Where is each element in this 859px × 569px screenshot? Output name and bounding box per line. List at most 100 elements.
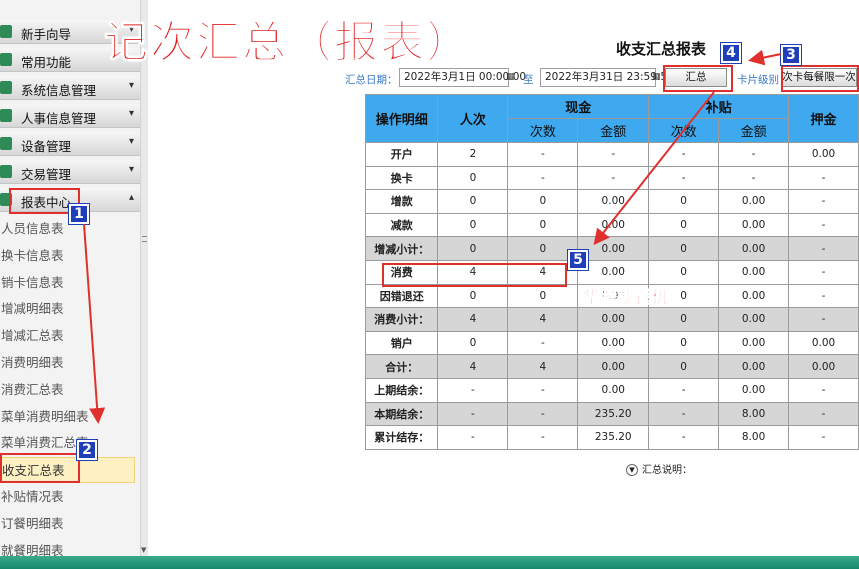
guide-icon bbox=[0, 25, 12, 38]
table-cell: 0 bbox=[648, 259, 720, 285]
table-cell: - bbox=[507, 330, 579, 356]
chevron-down-icon[interactable]: ▾ bbox=[129, 164, 134, 175]
table-cell: - bbox=[507, 401, 579, 427]
table-cell: - bbox=[788, 307, 859, 332]
table-cell: - bbox=[788, 401, 859, 427]
table-cell: 0.00 bbox=[577, 189, 650, 214]
header-subsidy: 补贴 bbox=[648, 94, 790, 119]
table-row: 消费小计： 4 4 0.00 0 0.00- bbox=[364, 307, 859, 332]
table-row: 增减小计： 0 0 0.00 0 0.00- bbox=[364, 236, 859, 261]
sidebar-group-3[interactable]: 系统信息管理 ▾ bbox=[0, 76, 140, 100]
sidebar-group-6[interactable]: 交易管理 ▾ bbox=[0, 160, 140, 184]
sidebar-group-4[interactable]: 人事信息管理 ▾ bbox=[0, 104, 140, 128]
start-calendar-icon[interactable]: ▦ bbox=[506, 68, 516, 87]
table-cell: 0 bbox=[437, 236, 509, 261]
table-cell: 0.00 bbox=[577, 354, 650, 379]
chevron-down-icon[interactable]: ▾ bbox=[129, 108, 134, 119]
table-row: 合计： 4 4 0.00 0 0.00 0.00 bbox=[364, 354, 859, 379]
sidebar-scrollbar[interactable]: ▼ bbox=[140, 0, 148, 556]
scroll-down-icon[interactable]: ▼ bbox=[141, 546, 146, 554]
table-row: 换卡 0- - - - - bbox=[364, 165, 859, 191]
sidebar-report-item[interactable]: 补贴情况表 bbox=[0, 484, 140, 510]
page-title: 收支汇总报表 bbox=[616, 40, 707, 58]
summary-note-toggle[interactable]: ▼ 汇总说明： bbox=[626, 461, 692, 476]
trade-icon bbox=[0, 165, 12, 178]
table-cell: - bbox=[648, 142, 720, 167]
table-cell: - bbox=[648, 401, 720, 427]
row-label: 增减小计： bbox=[364, 236, 439, 261]
table-cell: - bbox=[788, 425, 859, 450]
start-date-input[interactable]: 2022年3月1日 00:00:00 bbox=[399, 68, 526, 87]
summary-note-label: 汇总说明： bbox=[642, 465, 692, 476]
sidebar-group-label: 交易管理 bbox=[21, 167, 72, 182]
table-cell: 0.00 bbox=[718, 189, 790, 214]
sidebar-group-5[interactable]: 设备管理 ▾ bbox=[0, 132, 140, 156]
table-cell: 0.00 bbox=[718, 307, 790, 332]
highlight-summarize-button bbox=[663, 65, 733, 92]
table-cell: - bbox=[648, 425, 720, 450]
table-cell: 0.00 bbox=[718, 236, 790, 261]
table-cell: 4 bbox=[507, 354, 579, 379]
table-cell: - bbox=[577, 142, 650, 167]
sidebar-report-item[interactable]: 订餐明细表 bbox=[0, 511, 140, 537]
table-cell: 0.00 bbox=[718, 283, 790, 309]
chevron-down-icon[interactable]: ▼ bbox=[626, 464, 638, 476]
step-badge-2: 2 bbox=[76, 439, 98, 461]
table-cell: 0 bbox=[437, 165, 509, 191]
star-icon bbox=[0, 53, 12, 66]
highlight-card-level bbox=[781, 65, 859, 92]
chevron-down-icon[interactable]: ▾ bbox=[129, 80, 134, 91]
sidebar-report-item[interactable]: 菜单消费明细表 bbox=[0, 404, 140, 430]
table-cell: 0 bbox=[648, 330, 720, 356]
end-date-input[interactable]: 2022年3月31日 23:59:59 bbox=[540, 68, 674, 87]
sidebar-group-label: 常用功能 bbox=[21, 55, 72, 70]
table-cell: 2 bbox=[437, 142, 509, 167]
table-row: 减款 0 0 0.00 0 0.00- bbox=[364, 212, 859, 238]
table-cell: 0.00 bbox=[718, 330, 790, 356]
table-cell: 4 bbox=[507, 307, 579, 332]
sidebar-report-item[interactable]: 消费明细表 bbox=[0, 350, 140, 376]
table-cell: 0 bbox=[648, 354, 720, 379]
row-label: 因错退还 bbox=[364, 283, 439, 309]
table-cell: 4 bbox=[437, 307, 509, 332]
status-bar bbox=[0, 556, 859, 569]
step-badge-1: 1 bbox=[68, 203, 90, 225]
sidebar-report-item[interactable]: 增减明细表 bbox=[0, 296, 140, 322]
table-cell: - bbox=[437, 377, 509, 403]
end-calendar-icon[interactable]: ▦ bbox=[652, 68, 662, 87]
step-badge-3: 3 bbox=[780, 44, 802, 66]
table-cell: - bbox=[718, 142, 790, 167]
sidebar-group-label: 新手向导 bbox=[21, 27, 72, 42]
step-badge-4: 4 bbox=[720, 42, 742, 64]
sidebar-report-item[interactable]: 销卡信息表 bbox=[0, 270, 140, 296]
scrollbar-grip[interactable] bbox=[142, 236, 147, 242]
sidebar-report-item[interactable]: 就餐明细表 bbox=[0, 538, 140, 556]
table-cell: 0.00 bbox=[788, 142, 859, 167]
table-cell: - bbox=[577, 165, 650, 191]
table-cell: - bbox=[507, 377, 579, 403]
sidebar-report-item[interactable]: 消费汇总表 bbox=[0, 377, 140, 403]
table-cell: 0 bbox=[648, 189, 720, 214]
header-item: 操作明细 bbox=[364, 94, 439, 143]
chevron-up-icon[interactable]: ▴ bbox=[129, 192, 134, 203]
table-cell: 0 bbox=[507, 283, 579, 309]
table-cell: 0.00 bbox=[718, 212, 790, 238]
row-label: 增款 bbox=[364, 189, 439, 214]
sidebar-report-item[interactable]: 换卡信息表 bbox=[0, 243, 140, 269]
table-cell: 0.00 bbox=[788, 354, 859, 379]
table-cell: 8.00 bbox=[718, 425, 790, 450]
system-icon bbox=[0, 81, 12, 94]
table-cell: - bbox=[437, 401, 509, 427]
table-cell: 0 bbox=[648, 307, 720, 332]
table-cell: 0.00 bbox=[718, 354, 790, 379]
table-cell: 0.00 bbox=[577, 307, 650, 332]
header-deposit: 押金 bbox=[788, 94, 859, 143]
chevron-down-icon[interactable]: ▾ bbox=[129, 136, 134, 147]
table-cell: 0 bbox=[507, 212, 579, 238]
date-label: 汇总日期： bbox=[345, 74, 398, 86]
highlight-consume-row bbox=[382, 263, 567, 287]
row-label: 开户 bbox=[364, 142, 439, 167]
sidebar-report-item[interactable]: 增减汇总表 bbox=[0, 323, 140, 349]
table-cell: 0.00 bbox=[577, 212, 650, 238]
table-cell: - bbox=[507, 165, 579, 191]
